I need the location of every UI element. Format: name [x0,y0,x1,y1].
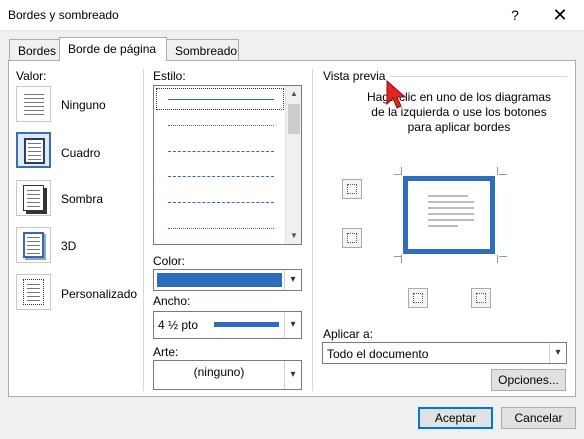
style-dash-dot[interactable] [168,202,274,203]
close-button[interactable]: ✕ [540,0,580,31]
color-label: Color: [153,254,186,268]
art-label: Arte: [153,345,179,359]
setting-custom-label[interactable]: Personalizado [61,287,137,301]
art-value: (ninguno) [193,365,245,379]
options-button-label: Opciones... [498,373,559,387]
width-label: Ancho: [153,294,191,308]
apply-to-label: Aplicar a: [323,327,374,341]
left-border-button[interactable] [408,288,428,308]
setting-shadow-label[interactable]: Sombra [61,192,103,206]
apply-to-dropdown[interactable]: Todo el documento ▾ [322,342,567,364]
style-solid[interactable] [168,99,274,100]
left-border-icon [413,293,423,303]
setting-box-icon[interactable] [16,132,51,168]
bottom-border-button[interactable] [342,228,362,248]
chevron-down-icon[interactable]: ▾ [284,270,301,290]
tab-bordes-label: Bordes [18,44,57,58]
style-dotted[interactable] [168,125,274,126]
right-border-icon [476,293,486,303]
help-button[interactable]: ? [500,0,530,31]
ok-button-label: Aceptar [434,411,477,425]
setting-shadow-icon[interactable] [16,180,51,216]
width-value: 4 ½ pto [158,318,199,332]
separator-right [312,69,313,391]
tab-bordes[interactable]: Bordes [9,39,60,61]
setting-box-label[interactable]: Cuadro [61,146,100,160]
width-dropdown[interactable]: 4 ½ pto ▾ [153,311,302,339]
chevron-down-icon[interactable]: ▾ [284,312,301,338]
preview-heading-rule [390,76,567,77]
art-dropdown[interactable]: (ninguno) ▾ [153,360,302,390]
mouse-cursor-icon [386,80,407,109]
preview-page[interactable] [403,176,495,254]
scroll-up-icon[interactable]: ▲ [286,86,302,102]
top-border-icon [347,184,357,194]
options-button[interactable]: Opciones... [491,369,566,391]
width-sample [214,322,279,327]
setting-3d-label[interactable]: 3D [61,239,76,253]
bottom-border-icon [347,233,357,243]
color-dropdown[interactable]: ▾ [153,269,302,291]
preview-heading: Vista previa [323,69,386,83]
cancel-button[interactable]: Cancelar [501,407,576,429]
tab-sombreado[interactable]: Sombreado [166,39,239,61]
apply-to-value: Todo el documento [327,347,429,361]
setting-heading: Valor: [16,69,47,83]
cancel-button-label: Cancelar [514,411,563,425]
scroll-down-icon[interactable]: ▼ [286,228,302,244]
right-border-button[interactable] [471,288,491,308]
setting-none-label[interactable]: Ninguno [61,98,106,112]
style-dashed-small[interactable] [168,151,274,152]
scroll-thumb[interactable] [288,104,300,134]
tab-sombreado-label: Sombreado [175,44,238,58]
top-border-button[interactable] [342,179,362,199]
title-bar: Bordes y sombreado ? ✕ [0,0,584,31]
setting-custom-icon[interactable] [16,274,51,310]
setting-none-icon[interactable] [16,86,51,122]
window-title: Bordes y sombreado [8,8,119,22]
tab-borde-de-pagina[interactable]: Borde de página [59,37,167,61]
style-dash-dot-dot[interactable] [168,228,274,229]
tab-borde-de-pagina-label: Borde de página [68,42,157,56]
chevron-down-icon[interactable]: ▾ [284,361,301,389]
style-listbox[interactable]: ▲ ▼ [153,85,302,245]
style-heading: Estilo: [153,69,186,83]
color-swatch [157,273,282,287]
chevron-down-icon[interactable]: ▾ [549,343,566,363]
style-dashed-large[interactable] [168,176,274,177]
setting-3d-icon[interactable] [16,227,51,263]
separator-left [143,69,144,391]
ok-button[interactable]: Aceptar [418,407,493,429]
style-scrollbar[interactable]: ▲ ▼ [285,86,301,244]
